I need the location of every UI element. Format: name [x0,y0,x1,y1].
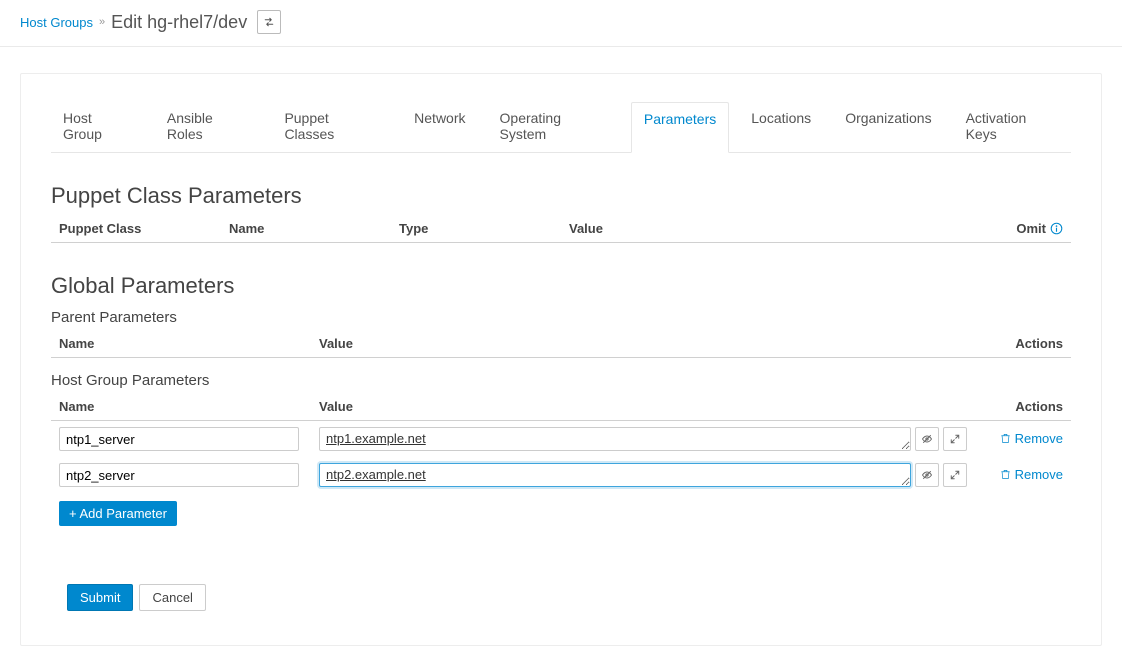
info-icon[interactable] [1050,222,1063,235]
form-panel: Host GroupAnsible RolesPuppet ClassesNet… [20,73,1102,646]
remove-parameter-link[interactable]: Remove [1000,431,1063,446]
col-value: Value [319,399,983,414]
hg-params-header: Name Value Actions [51,393,1071,421]
param-value-input[interactable]: ntp1.example.net [319,427,911,451]
puppet-section-title: Puppet Class Parameters [51,183,1071,209]
add-parameter-button[interactable]: + Add Parameter [59,501,177,526]
tab-activation-keys[interactable]: Activation Keys [954,102,1071,152]
breadcrumb: Host Groups » Edit hg-rhel7/dev [0,0,1122,47]
toggle-hidden-button[interactable] [915,463,939,487]
expand-button[interactable] [943,427,967,451]
tab-parameters[interactable]: Parameters [631,102,729,153]
expand-icon [949,433,961,445]
tab-operating-system[interactable]: Operating System [488,102,621,152]
form-footer: Submit Cancel [67,584,1071,611]
swap-icon [263,16,275,28]
puppet-table-header: Puppet Class Name Type Value Omit [51,215,1071,243]
tab-host-group[interactable]: Host Group [51,102,145,152]
submit-button[interactable]: Submit [67,584,133,611]
expand-icon [949,469,961,481]
col-omit: Omit [1003,221,1063,236]
tabs: Host GroupAnsible RolesPuppet ClassesNet… [51,102,1071,153]
tab-ansible-roles[interactable]: Ansible Roles [155,102,263,152]
tab-puppet-classes[interactable]: Puppet Classes [272,102,392,152]
parent-params-title: Parent Parameters [51,309,1071,326]
breadcrumb-separator: » [99,16,105,28]
col-type: Type [399,221,569,236]
param-value-input[interactable]: ntp2.example.net [319,463,911,487]
col-value: Value [319,336,983,351]
tab-locations[interactable]: Locations [739,102,823,152]
col-actions: Actions [983,399,1063,414]
col-name: Name [59,336,319,351]
parameter-row: ntp1.example.net Remove [51,421,1071,457]
global-section-title: Global Parameters [51,273,1071,299]
eye-slash-icon [921,469,933,481]
parent-params-header: Name Value Actions [51,330,1071,358]
eye-slash-icon [921,433,933,445]
param-name-input[interactable] [59,427,299,451]
col-name: Name [59,399,319,414]
breadcrumb-root-link[interactable]: Host Groups [20,15,93,30]
col-name: Name [229,221,399,236]
expand-button[interactable] [943,463,967,487]
trash-icon [1000,433,1011,444]
tab-network[interactable]: Network [402,102,477,152]
param-name-input[interactable] [59,463,299,487]
col-omit-label: Omit [1016,221,1046,236]
toggle-hidden-button[interactable] [915,427,939,451]
col-actions: Actions [983,336,1063,351]
remove-parameter-link[interactable]: Remove [1000,467,1063,482]
tab-organizations[interactable]: Organizations [833,102,943,152]
switcher-button[interactable] [257,10,281,34]
col-value: Value [569,221,1003,236]
parameter-row: ntp2.example.net Remove [51,457,1071,493]
page-title: Edit hg-rhel7/dev [111,12,247,33]
trash-icon [1000,469,1011,480]
cancel-button[interactable]: Cancel [139,584,205,611]
hg-params-title: Host Group Parameters [51,372,1071,389]
col-puppet-class: Puppet Class [59,221,229,236]
